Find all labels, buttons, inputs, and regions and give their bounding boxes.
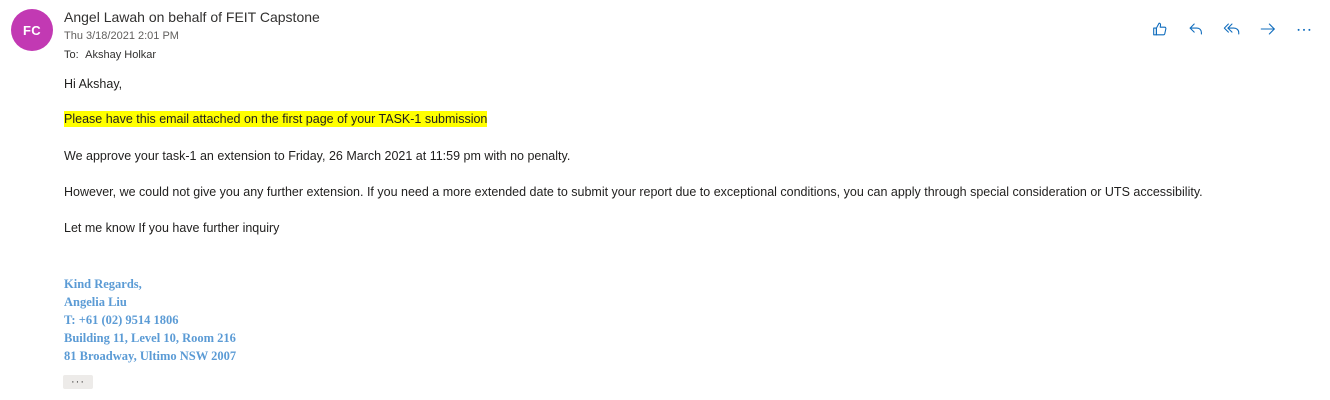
avatar[interactable]: FC	[11, 9, 53, 51]
email-reading-pane: FC Angel Lawah on behalf of FEIT Capston…	[0, 0, 1330, 400]
signature-name: Angelia Liu	[64, 295, 127, 309]
recipient-line: To: Akshay Holkar	[64, 49, 156, 61]
email-signature: Kind Regards, Angelia Liu T: +61 (02) 95…	[64, 275, 236, 365]
signature-building: Building 11, Level 10, Room 216	[64, 331, 236, 345]
forward-button[interactable]	[1256, 17, 1280, 41]
more-actions-icon	[1297, 28, 1311, 31]
forward-icon	[1260, 23, 1275, 35]
signature-address: 81 Broadway, Ultimo NSW 2007	[64, 349, 237, 363]
like-button[interactable]	[1148, 17, 1172, 41]
signature-closing: Kind Regards,	[64, 277, 142, 291]
like-icon	[1153, 22, 1167, 36]
sender-name[interactable]: Angel Lawah on behalf of FEIT Capstone	[64, 9, 320, 25]
show-more-button[interactable]: ···	[63, 375, 93, 389]
greeting-text: Hi Akshay,	[64, 77, 123, 91]
inquiry-paragraph: Let me know If you have further inquiry	[64, 221, 280, 235]
to-label: To:	[64, 49, 79, 61]
extension-paragraph: However, we could not give you any furth…	[64, 185, 1203, 199]
reply-all-button[interactable]	[1220, 17, 1244, 41]
reply-all-icon	[1223, 23, 1240, 35]
reply-icon	[1189, 23, 1202, 35]
recipient-name[interactable]: Akshay Holkar	[85, 49, 156, 61]
approval-paragraph: We approve your task-1 an extension to F…	[64, 149, 571, 163]
more-actions-button[interactable]	[1292, 17, 1316, 41]
highlighted-text: Please have this email attached on the f…	[64, 111, 488, 127]
highlighted-instruction: Please have this email attached on the f…	[64, 111, 488, 127]
sent-datetime: Thu 3/18/2021 2:01 PM	[64, 30, 179, 42]
reply-button[interactable]	[1184, 17, 1208, 41]
message-actions-toolbar	[1136, 17, 1316, 41]
signature-phone: T: +61 (02) 9514 1806	[64, 313, 179, 327]
